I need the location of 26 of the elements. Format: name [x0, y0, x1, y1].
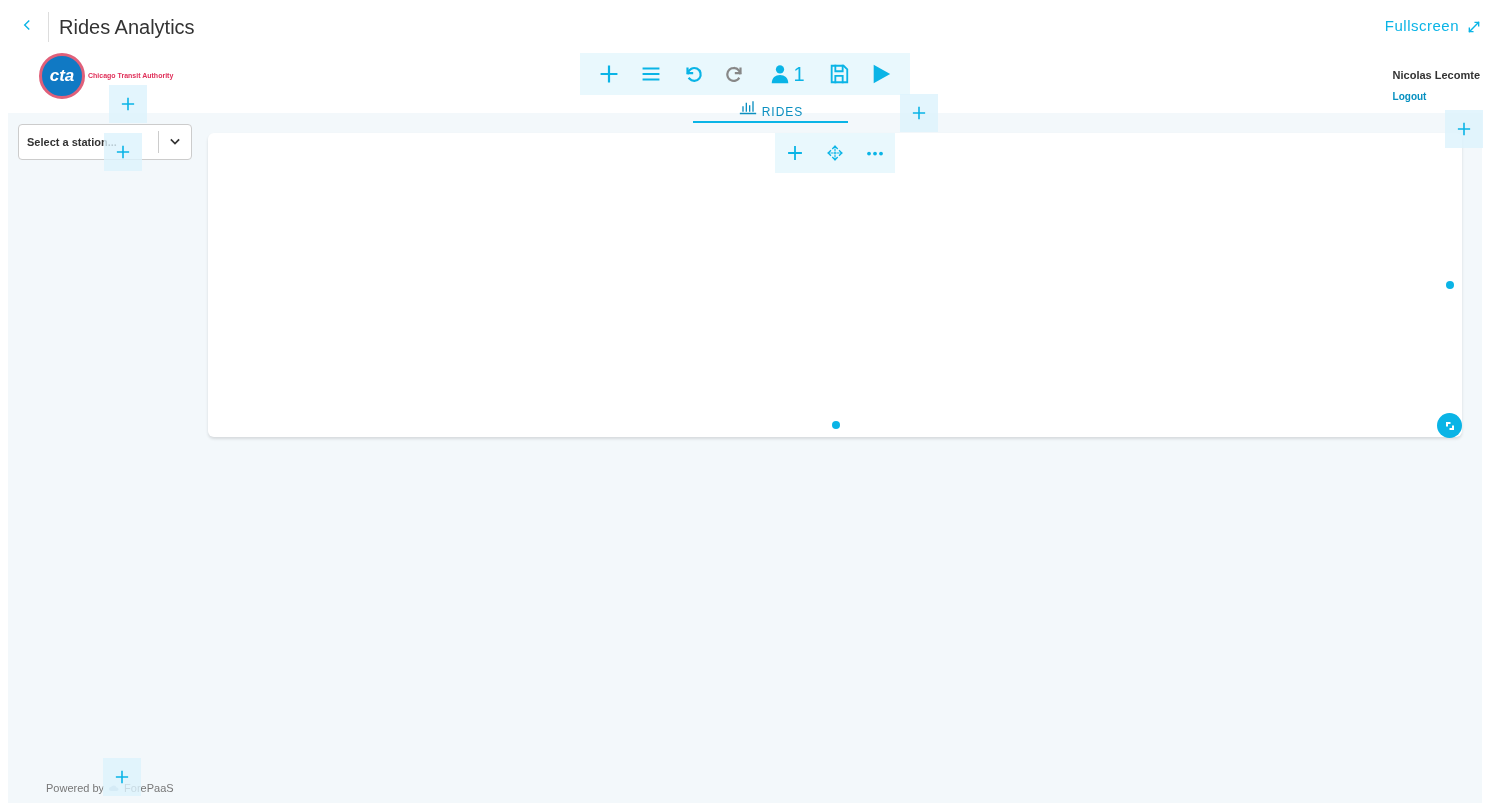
logo-mark: cta [39, 53, 85, 99]
resize-icon [1443, 419, 1456, 432]
fullscreen-button[interactable]: Fullscreen [1384, 15, 1481, 38]
tab[interactable]: RIDES [693, 96, 848, 123]
plus-icon [120, 96, 136, 112]
powered-by-text: Powered by [46, 781, 105, 796]
user-name: Nicolas Lecomte [1392, 68, 1480, 83]
plus-icon [114, 769, 130, 785]
more-icon [866, 150, 884, 156]
plus-icon [598, 63, 620, 85]
add-widget-button[interactable] [900, 94, 938, 132]
plus-icon [911, 105, 927, 121]
move-arrows-icon [826, 144, 844, 162]
resize-corner-button[interactable] [1437, 413, 1462, 438]
plus-icon [1456, 121, 1472, 137]
resize-handle[interactable] [832, 421, 840, 429]
expand-arrows-icon [1467, 19, 1481, 34]
add-widget-button[interactable] [1445, 110, 1483, 148]
plus-icon [115, 144, 131, 160]
add-widget-button[interactable] [109, 85, 147, 123]
resize-handle[interactable] [1446, 281, 1454, 289]
users-button[interactable]: 1 [756, 53, 818, 95]
user-count: 1 [793, 62, 805, 87]
plus-icon [786, 144, 804, 162]
logout-link[interactable]: Logout [1392, 88, 1480, 104]
page-title: Rides Analytics [48, 11, 195, 42]
